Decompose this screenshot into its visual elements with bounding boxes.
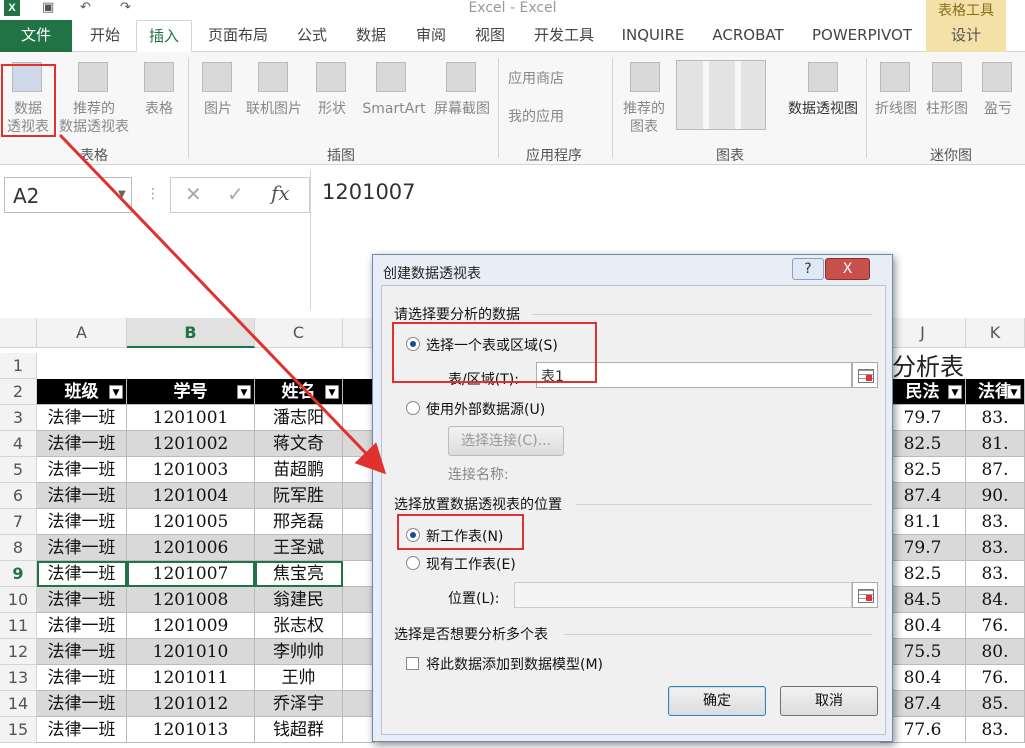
annotation-arrow (58, 133, 387, 475)
